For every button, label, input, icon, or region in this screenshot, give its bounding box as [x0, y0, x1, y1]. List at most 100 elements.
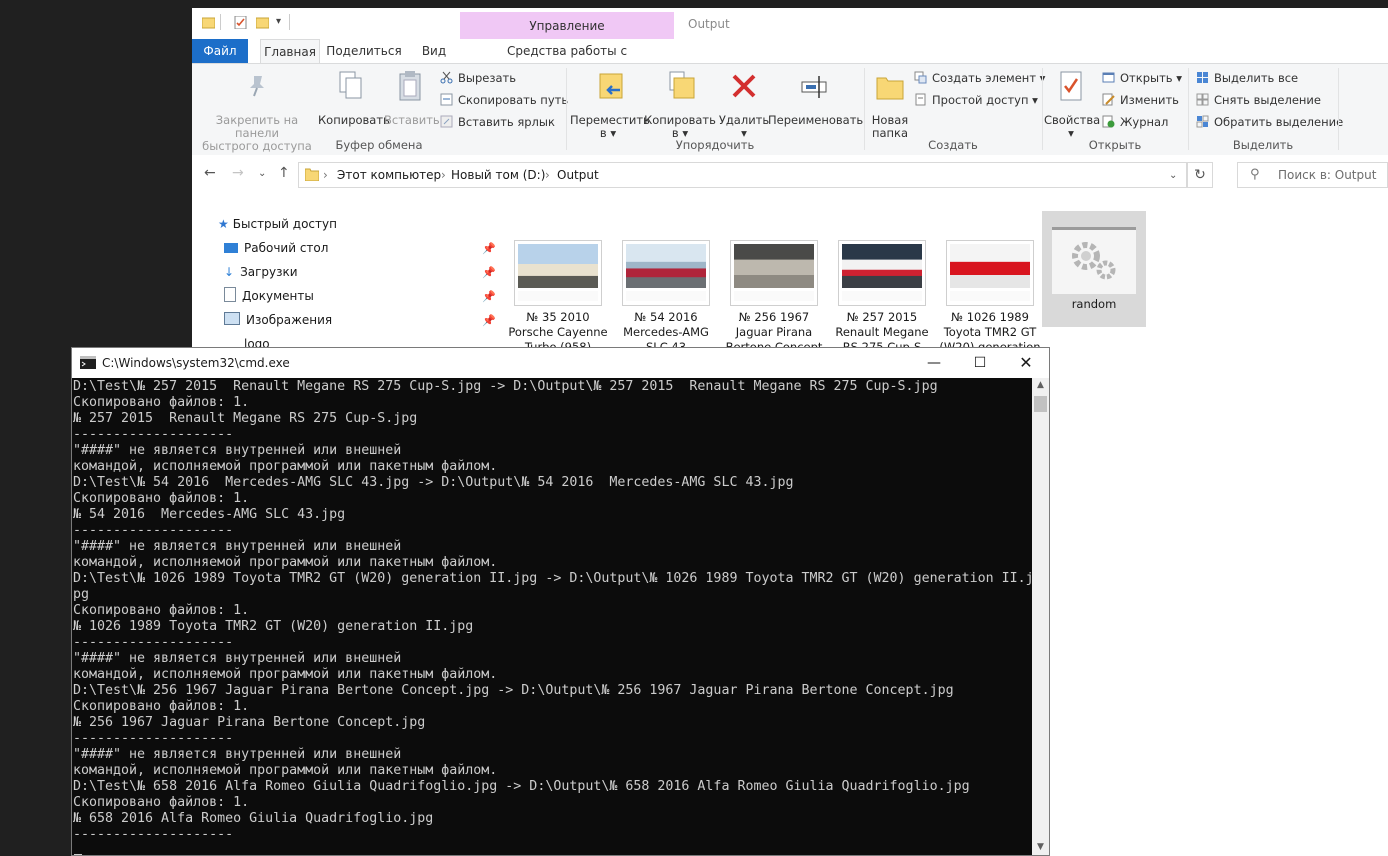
new-folder-line1: Новая [871, 113, 909, 127]
pictures-icon [224, 312, 240, 325]
open-icon [1102, 72, 1115, 83]
pin-icon [250, 76, 264, 97]
move-to-button[interactable]: Переместить в ▾ [570, 114, 650, 140]
console-cursor [74, 854, 82, 855]
file-name-line1: № 257 2015 [846, 310, 918, 324]
quick-access-toolbar: ▾ [192, 8, 1388, 39]
paste-button[interactable]: Вставить [384, 114, 440, 127]
paste-shortcut-button[interactable]: Вставить ярлык [440, 114, 555, 130]
folder-icon [305, 168, 319, 181]
properties-label: Свойства [1044, 113, 1101, 127]
desktop-icon [224, 243, 238, 253]
scissors-icon [440, 71, 453, 84]
history-icon [1102, 115, 1115, 128]
file-name-line1: № 54 2016 [634, 310, 698, 324]
copy-to-line1: Копировать [644, 113, 716, 127]
contextual-group-label: Управление [529, 19, 605, 33]
file-name-line1: № 256 1967 [738, 310, 810, 324]
nav-quick-access-label: Быстрый доступ [232, 217, 337, 231]
properties-check-icon[interactable] [234, 16, 247, 29]
cut-label: Вырезать [458, 71, 516, 85]
nav-desktop-label: Рабочий стол [244, 241, 329, 255]
select-none-icon [1196, 93, 1209, 106]
pin-label-line1: Закрепить на панели [215, 113, 299, 140]
file-item-selected[interactable]: random [1042, 211, 1146, 327]
customize-qat-chevron-icon[interactable]: ▾ [276, 16, 281, 27]
easy-access-button[interactable]: Простой доступ ▾ [914, 92, 1038, 108]
scroll-up-arrow-icon[interactable]: ▲ [1032, 380, 1049, 390]
history-label: Журнал [1120, 115, 1169, 129]
navigation-pane: ★ Быстрый доступ Рабочий стол 📌 ↓ Загрузки… [192, 198, 498, 358]
invert-selection-icon [1196, 115, 1209, 128]
invert-selection-button[interactable]: Обратить выделение [1196, 114, 1343, 130]
tab-share[interactable]: Поделиться [326, 39, 402, 63]
paste-shortcut-icon [440, 115, 453, 128]
ribbon: Закрепить на панели быстрого доступа Коп… [192, 63, 1388, 156]
nav-quick-access[interactable]: ★ Быстрый доступ [218, 214, 337, 234]
copy-path-button[interactable]: Скопировать путь [440, 92, 568, 108]
nav-item-downloads[interactable]: ↓ Загрузки [224, 262, 298, 282]
new-item-button[interactable]: Создать элемент ▾ [914, 70, 1045, 86]
address-bar[interactable]: › Этот компьютер › Новый том (D:) › Outp… [298, 162, 1187, 188]
up-arrow-icon[interactable]: ↑ [278, 165, 290, 181]
select-all-icon [1197, 72, 1208, 83]
breadcrumb-output[interactable]: Output [557, 168, 599, 182]
cmd-title-bar[interactable]: C:\Windows\system32\cmd.exe — ☐ ✕ [72, 348, 1049, 378]
image-thumbnail [946, 240, 1034, 306]
open-button[interactable]: Открыть ▾ [1102, 70, 1182, 86]
file-name-line2: Toyota TMR2 GT [943, 325, 1037, 339]
image-thumbnail [730, 240, 818, 306]
image-thumbnail [514, 240, 602, 306]
cmd-window: C:\Windows\system32\cmd.exe — ☐ ✕ D:\Tes… [71, 347, 1050, 856]
download-arrow-icon: ↓ [224, 265, 235, 279]
tab-home[interactable]: Главная [260, 39, 320, 64]
recent-locations-chevron-icon[interactable]: ⌄ [258, 168, 266, 179]
tab-view[interactable]: Вид [414, 39, 454, 63]
nav-item-desktop[interactable]: Рабочий стол [224, 238, 328, 258]
address-row: ← → ⌄ ↑ › Этот компьютер › Новый том (D:… [192, 155, 1388, 195]
history-button[interactable]: Журнал [1102, 114, 1168, 130]
easy-access-icon [915, 93, 926, 106]
nav-downloads-label: Загрузки [240, 265, 298, 279]
maximize-button[interactable]: ☐ [957, 348, 1003, 378]
nav-item-pictures[interactable]: Изображения [224, 310, 332, 330]
forward-arrow-icon[interactable]: → [232, 165, 244, 181]
refresh-icon[interactable]: ↻ [1187, 162, 1213, 188]
vertical-scrollbar[interactable]: ▲ ▼ [1032, 378, 1049, 855]
select-all-button[interactable]: Выделить все [1196, 70, 1298, 86]
file-name-line2: Jaguar Pirana [735, 325, 813, 339]
clipboard-group-label: Буфер обмена [335, 138, 423, 152]
cut-button[interactable]: Вырезать [440, 70, 516, 86]
scrollbar-thumb[interactable] [1034, 396, 1047, 412]
breadcrumb-this-pc[interactable]: Этот компьютер [337, 168, 441, 182]
new-folder-icon[interactable] [256, 16, 269, 29]
breadcrumb-drive-d[interactable]: Новый том (D:) [451, 168, 545, 182]
folder-icon[interactable] [202, 16, 215, 29]
file-name-line1: № 35 2010 [526, 310, 590, 324]
properties-button[interactable]: Свойства ▾ [1044, 113, 1101, 140]
minimize-button[interactable]: — [911, 348, 957, 378]
search-box[interactable]: ⚲ Поиск в: Output [1237, 162, 1388, 188]
nav-item-documents[interactable]: Документы [224, 286, 314, 306]
tab-file[interactable]: Файл [192, 39, 248, 63]
console-output: D:\Test\№ 257 2015 Renault Megane RS 275… [73, 379, 1032, 842]
back-arrow-icon[interactable]: ← [204, 165, 216, 181]
new-folder-button[interactable]: Новая папка [866, 114, 914, 140]
rename-button[interactable]: Переименовать [768, 114, 863, 127]
console-output-area[interactable]: D:\Test\№ 257 2015 Renault Megane RS 275… [72, 378, 1032, 855]
copy-icon [339, 71, 362, 99]
delete-button[interactable]: Удалить ▾ [718, 114, 770, 140]
copy-path-icon [440, 93, 453, 106]
close-button[interactable]: ✕ [1003, 348, 1049, 378]
select-none-button[interactable]: Снять выделение [1196, 92, 1321, 108]
copy-button[interactable]: Копировать [318, 114, 390, 127]
scroll-down-arrow-icon[interactable]: ▼ [1032, 842, 1049, 852]
easy-access-label: Простой доступ ▾ [932, 93, 1038, 107]
search-placeholder: Поиск в: Output [1278, 168, 1377, 182]
edit-button[interactable]: Изменить [1102, 92, 1179, 108]
tab-app-tools[interactable]: Средства работы с приложениями [464, 39, 670, 82]
open-group-label: Открыть [1088, 138, 1142, 152]
address-dropdown-chevron-icon[interactable]: ⌄ [1169, 170, 1177, 181]
new-item-label: Создать элемент ▾ [932, 71, 1046, 85]
copy-to-button[interactable]: Копировать в ▾ [644, 114, 716, 140]
